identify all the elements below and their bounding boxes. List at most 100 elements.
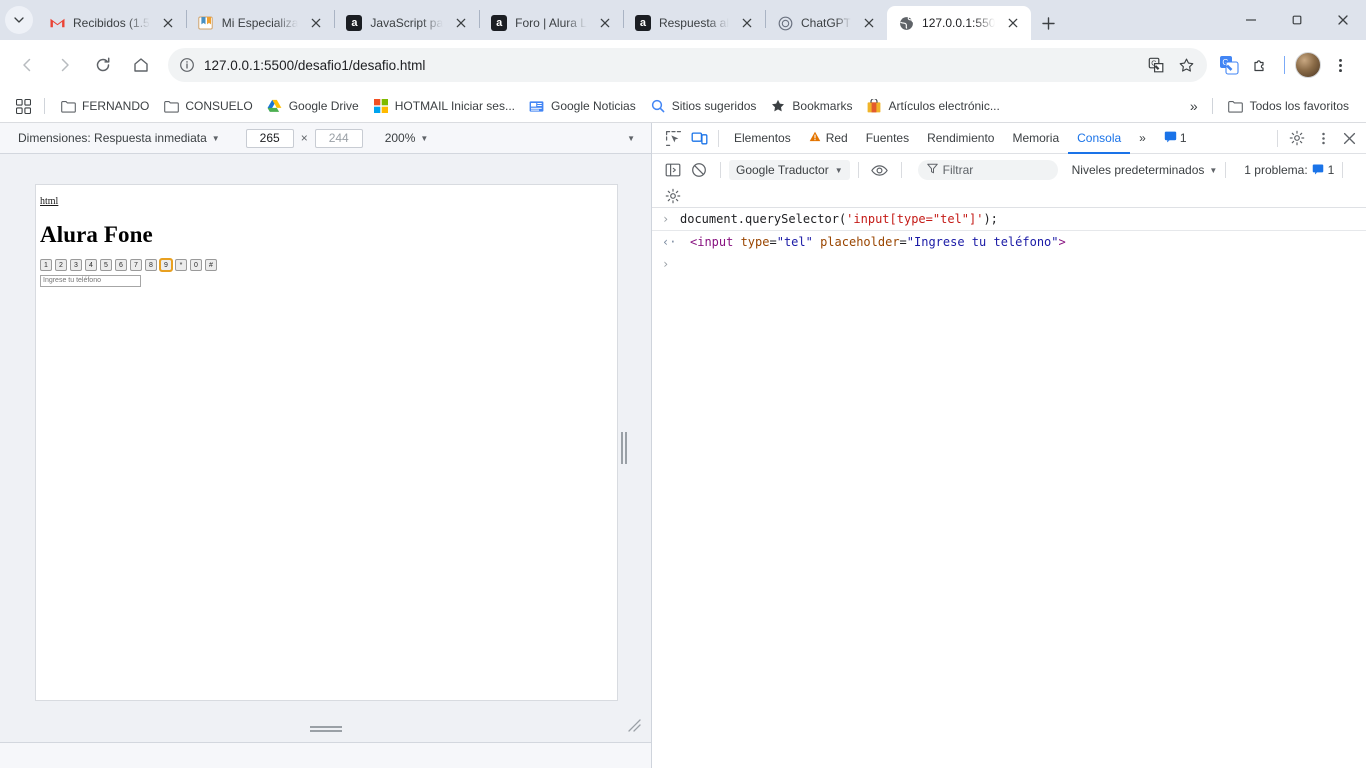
bookmark-item[interactable]: HOTMAIL Iniciar ses... bbox=[366, 93, 522, 119]
console-toolbar-divider bbox=[720, 162, 721, 178]
microsoft-icon bbox=[373, 98, 389, 114]
keypad-button[interactable]: * bbox=[175, 259, 187, 271]
devtools-tab[interactable]: Red bbox=[800, 123, 857, 154]
bookmark-item[interactable]: Sitios sugeridos bbox=[643, 93, 764, 119]
apps-grid-icon[interactable] bbox=[10, 93, 36, 119]
console-context-select[interactable]: Google Traductor ▼ bbox=[729, 160, 850, 180]
devtools-issues-badge[interactable]: 1 bbox=[1155, 123, 1196, 154]
site-info-icon[interactable] bbox=[174, 52, 200, 78]
home-button[interactable] bbox=[124, 48, 158, 82]
back-button[interactable] bbox=[10, 48, 44, 82]
browser-tab[interactable]: a JavaScript pa bbox=[335, 6, 479, 40]
console-output[interactable]: › document.querySelector('input[type="tel… bbox=[652, 208, 1366, 768]
keypad-button[interactable]: 8 bbox=[145, 259, 157, 271]
bookmark-item[interactable]: Bookmarks bbox=[763, 93, 859, 119]
bookmark-item[interactable]: Artículos electrónic... bbox=[859, 93, 1006, 119]
close-icon[interactable] bbox=[306, 13, 326, 33]
extensions-puzzle-icon[interactable] bbox=[1245, 48, 1277, 82]
keypad-button[interactable]: 0 bbox=[190, 259, 202, 271]
chevron-down-icon: ▼ bbox=[834, 165, 843, 175]
close-icon[interactable] bbox=[737, 13, 757, 33]
phone-number-input[interactable]: Ingrese tu teléfono bbox=[40, 275, 141, 287]
three-dot-menu-icon[interactable] bbox=[1310, 125, 1336, 151]
viewport-height-resize-handle[interactable] bbox=[309, 726, 342, 734]
devtools-more-tabs-button[interactable]: » bbox=[1130, 123, 1155, 154]
close-icon[interactable] bbox=[1003, 13, 1023, 33]
close-icon[interactable] bbox=[158, 13, 178, 33]
devtools-tab[interactable]: Fuentes bbox=[857, 123, 918, 154]
forward-button[interactable] bbox=[48, 48, 82, 82]
console-settings-gear-icon[interactable] bbox=[660, 183, 686, 209]
close-icon[interactable] bbox=[595, 13, 615, 33]
browser-tab[interactable]: ChatGPT bbox=[766, 6, 887, 40]
inspect-element-icon[interactable] bbox=[660, 125, 686, 151]
keypad-button[interactable]: 5 bbox=[100, 259, 112, 271]
close-icon[interactable] bbox=[1336, 125, 1362, 151]
bookmark-item[interactable]: Google Drive bbox=[260, 93, 366, 119]
three-dot-menu-icon[interactable] bbox=[1324, 48, 1356, 82]
device-dimensions-select[interactable]: Dimensiones: Respuesta inmediata ▼ bbox=[14, 129, 224, 147]
viewport-width-resize-handle[interactable] bbox=[620, 432, 628, 464]
keypad-button[interactable]: 9 bbox=[159, 258, 173, 272]
console-sidebar-icon[interactable] bbox=[660, 157, 686, 183]
console-token: = bbox=[899, 235, 907, 249]
new-tab-button[interactable] bbox=[1031, 6, 1065, 40]
devtools-tab[interactable]: Elementos bbox=[725, 123, 800, 154]
keypad-button[interactable]: 4 bbox=[85, 259, 97, 271]
translate-extension-icon[interactable]: G bbox=[1213, 48, 1245, 82]
viewport-corner-resize-handle[interactable] bbox=[627, 718, 641, 732]
devtools-divider-2 bbox=[1277, 129, 1278, 147]
bookmark-item[interactable]: FERNANDO bbox=[53, 93, 156, 119]
avatar[interactable] bbox=[1295, 52, 1321, 78]
all-bookmarks-button[interactable]: Todos los favoritos bbox=[1221, 93, 1356, 119]
bookmark-label: Google Drive bbox=[288, 99, 359, 113]
url-text[interactable]: 127.0.0.1:5500/desafio1/desafio.html bbox=[200, 58, 1141, 73]
keypad-button[interactable]: 2 bbox=[55, 259, 67, 271]
window-minimize-button[interactable] bbox=[1228, 4, 1274, 36]
device-height-input[interactable]: 244 bbox=[314, 128, 363, 148]
keypad-button[interactable]: # bbox=[205, 259, 217, 271]
address-bar[interactable]: 127.0.0.1:5500/desafio1/desafio.html G bbox=[168, 48, 1207, 82]
keypad-button[interactable]: 6 bbox=[115, 259, 127, 271]
window-maximize-button[interactable] bbox=[1274, 4, 1320, 36]
devtools-tab[interactable]: Consola bbox=[1068, 123, 1130, 154]
star-icon[interactable] bbox=[1171, 50, 1201, 80]
devtools-tab[interactable]: Memoria bbox=[1003, 123, 1068, 154]
browser-tab[interactable]: Mi Especializa bbox=[187, 6, 335, 40]
clear-console-icon[interactable] bbox=[686, 157, 712, 183]
chevron-down-icon[interactable] bbox=[5, 6, 33, 34]
devtools-tab-label: Fuentes bbox=[865, 131, 910, 145]
console-line-text: <input type="tel" placeholder="Ingrese t… bbox=[680, 235, 1066, 249]
reload-button[interactable] bbox=[86, 48, 120, 82]
console-levels-select[interactable]: Niveles predeterminados ▼ bbox=[1072, 163, 1218, 177]
device-more-options-button[interactable]: ▼ bbox=[619, 134, 643, 143]
keypad-button[interactable]: 3 bbox=[70, 259, 82, 271]
close-icon[interactable] bbox=[859, 13, 879, 33]
device-viewport: html Alura Fone 1 2 3 4 5 6 7 8 9 * 0 # Ingrese tu … bbox=[0, 154, 651, 742]
browser-tab[interactable]: Recibidos (1.5 bbox=[38, 6, 186, 40]
bookmark-item[interactable]: CONSUELO bbox=[156, 93, 259, 119]
device-width-input[interactable]: 265 bbox=[245, 128, 294, 148]
browser-tab[interactable]: 127.0.0.1:550 bbox=[887, 6, 1032, 40]
window-close-button[interactable] bbox=[1320, 4, 1366, 36]
browser-tab[interactable]: a Respuesta al bbox=[624, 6, 765, 40]
page-title: Alura Fone bbox=[40, 222, 153, 247]
keypad-button[interactable]: 1 bbox=[40, 259, 52, 271]
gear-icon[interactable] bbox=[1284, 125, 1310, 151]
console-line[interactable]: › bbox=[652, 253, 1366, 275]
bookmarks-overflow-button[interactable]: » bbox=[1180, 98, 1208, 114]
gmail-icon bbox=[49, 15, 65, 31]
live-expression-eye-icon[interactable] bbox=[867, 157, 893, 183]
browser-tab[interactable]: a Foro | Alura L bbox=[480, 6, 623, 40]
devtools-tab[interactable]: Rendimiento bbox=[918, 123, 1003, 154]
warning-triangle-icon bbox=[809, 131, 821, 145]
device-toolbar-icon[interactable] bbox=[686, 125, 712, 151]
bookmark-item[interactable]: Google Noticias bbox=[522, 93, 643, 119]
console-problem-indicator[interactable]: 1 problema: 1 bbox=[1244, 163, 1334, 178]
translate-icon[interactable]: G bbox=[1141, 50, 1171, 80]
keypad-button[interactable]: 7 bbox=[130, 259, 142, 271]
close-icon[interactable] bbox=[451, 13, 471, 33]
console-filter-input[interactable]: Filtrar bbox=[917, 160, 1058, 180]
device-zoom-select[interactable]: 200% ▼ bbox=[385, 131, 429, 145]
tab-search-button[interactable] bbox=[0, 0, 38, 40]
